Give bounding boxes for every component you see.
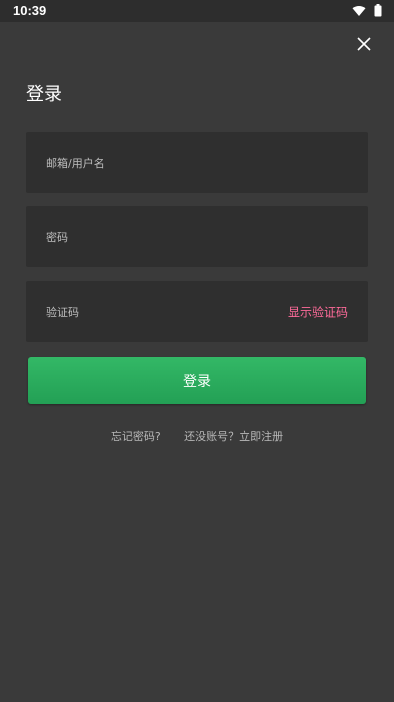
- status-time: 10:39: [13, 3, 47, 18]
- wifi-icon: [352, 5, 366, 17]
- password-placeholder: 密码: [46, 230, 68, 244]
- username-placeholder: 邮箱/用户名: [46, 156, 105, 170]
- captcha-field[interactable]: 验证码 显示验证码: [26, 281, 368, 342]
- show-captcha-link[interactable]: 显示验证码: [288, 303, 348, 320]
- status-icons: [352, 4, 382, 17]
- auth-links: 忘记密码? 还没账号？立即注册: [0, 428, 394, 444]
- login-button[interactable]: 登录: [28, 357, 366, 404]
- close-icon[interactable]: [356, 36, 372, 52]
- register-link[interactable]: 还没账号？立即注册: [184, 430, 283, 443]
- forgot-password-link[interactable]: 忘记密码?: [111, 430, 161, 443]
- captcha-placeholder: 验证码: [46, 305, 79, 319]
- username-field[interactable]: 邮箱/用户名: [26, 132, 368, 193]
- password-field[interactable]: 密码: [26, 206, 368, 267]
- page-title: 登录: [26, 84, 62, 105]
- battery-icon: [374, 4, 382, 17]
- status-bar: 10:39: [0, 0, 394, 22]
